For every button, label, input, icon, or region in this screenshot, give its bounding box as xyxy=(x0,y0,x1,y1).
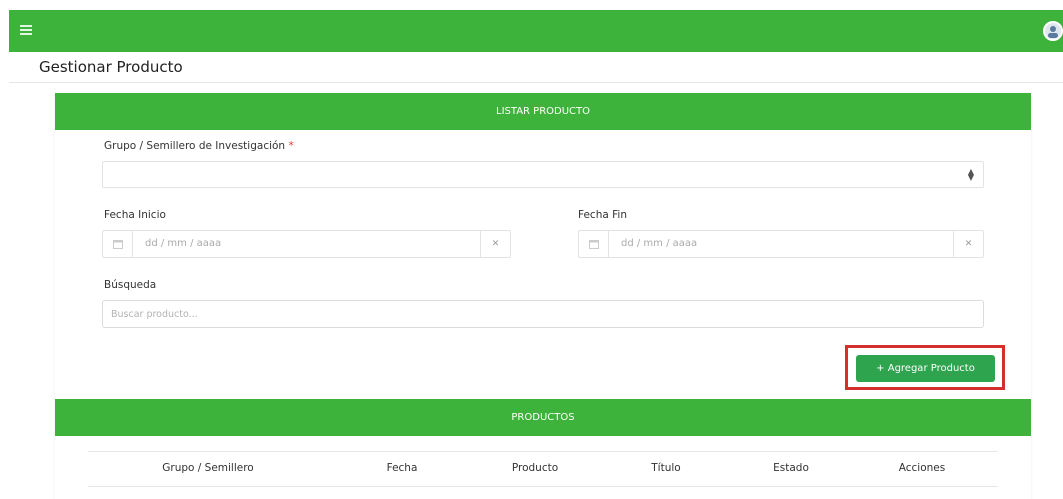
group-select[interactable]: ▲ ▼ xyxy=(102,161,984,188)
search-label: Búsqueda xyxy=(104,279,157,291)
start-date-placeholder: dd / mm / aaaa xyxy=(145,238,222,249)
clear-icon[interactable]: ✕ xyxy=(480,231,510,257)
page-header: Gestionar Producto xyxy=(9,52,1063,83)
list-product-header: LISTAR PRODUCTO xyxy=(55,93,1031,130)
products-header: PRODUCTOS xyxy=(55,399,1031,436)
search-input[interactable] xyxy=(102,300,984,328)
start-date-input[interactable]: dd / mm / aaaa ✕ xyxy=(102,230,511,258)
end-date-placeholder: dd / mm / aaaa xyxy=(621,238,698,249)
calendar-icon xyxy=(103,231,133,257)
required-asterisk: * xyxy=(288,140,294,152)
column-header-actions[interactable]: Acciones xyxy=(899,462,945,474)
page-title: Gestionar Producto xyxy=(39,58,183,76)
column-header-date[interactable]: Fecha xyxy=(387,462,418,474)
start-date-label: Fecha Inicio xyxy=(104,209,166,221)
column-header-title[interactable]: Título xyxy=(651,462,680,474)
clear-icon[interactable]: ✕ xyxy=(953,231,983,257)
hamburger-menu-icon[interactable] xyxy=(20,25,32,35)
column-header-product[interactable]: Producto xyxy=(512,462,558,474)
user-avatar[interactable] xyxy=(1043,21,1063,41)
calendar-icon xyxy=(579,231,609,257)
end-date-input[interactable]: dd / mm / aaaa ✕ xyxy=(578,230,984,258)
add-product-button[interactable]: + Agregar Producto xyxy=(856,355,995,382)
column-header-status[interactable]: Estado xyxy=(773,462,809,474)
top-navbar xyxy=(9,10,1063,52)
list-product-card: LISTAR PRODUCTO xyxy=(55,93,1031,499)
select-sort-icon: ▲ ▼ xyxy=(967,167,974,182)
group-label: Grupo / Semillero de Investigación * xyxy=(104,140,294,152)
products-table: Grupo / Semillero Fecha Producto Título … xyxy=(88,451,998,487)
column-header-group[interactable]: Grupo / Semillero xyxy=(162,462,254,474)
end-date-label: Fecha Fin xyxy=(578,209,627,221)
